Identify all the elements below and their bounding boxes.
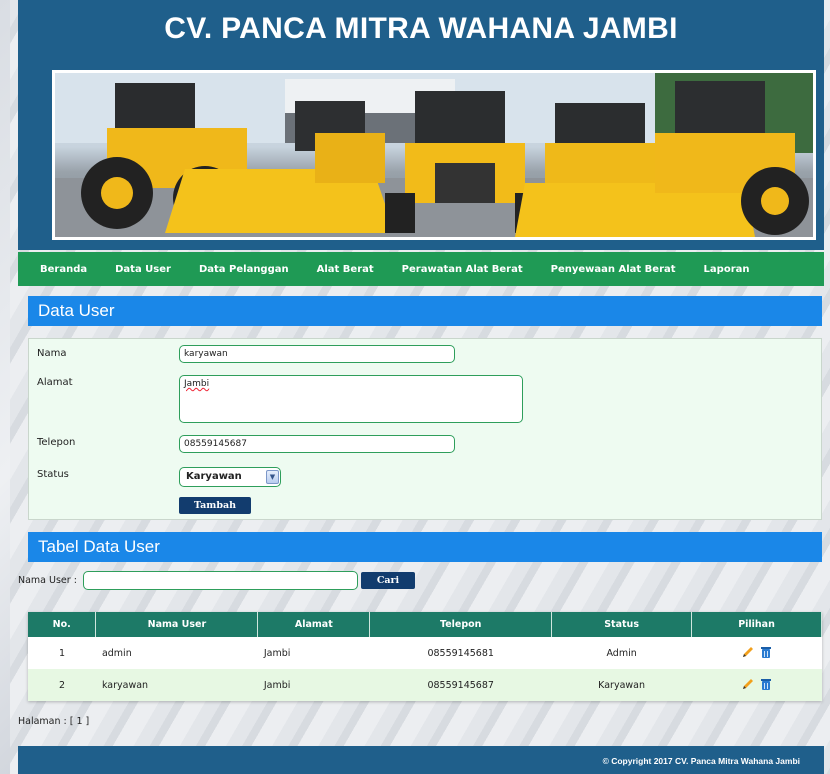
cell-alamat: Jambi <box>257 637 370 669</box>
col-no: No. <box>28 612 97 637</box>
status-select[interactable]: Karyawan ▼ <box>179 467 281 487</box>
data-user-heading: Data User <box>28 296 822 326</box>
tambah-button[interactable]: Tambah <box>179 497 251 514</box>
main-navigation: Beranda Data User Data Pelanggan Alat Be… <box>18 252 824 286</box>
nav-item-laporan[interactable]: Laporan <box>704 264 750 275</box>
table-row: 1 admin Jambi 08559145681 Admin <box>28 637 822 669</box>
cell-nama: admin <box>95 637 258 669</box>
site-header: CV. PANCA MITRA WAHANA JAMBI <box>18 0 824 250</box>
table-header-row: No. Nama User Alamat Telepon Status Pili… <box>28 612 822 637</box>
pencil-icon[interactable] <box>741 645 755 659</box>
cell-status: Admin <box>551 637 692 669</box>
cell-actions <box>691 669 822 701</box>
trash-icon[interactable] <box>760 645 772 659</box>
pencil-icon[interactable] <box>741 677 755 691</box>
nav-item-perawatan-alat-berat[interactable]: Perawatan Alat Berat <box>402 264 523 275</box>
search-label: Nama User : <box>18 575 77 586</box>
nav-item-data-pelanggan[interactable]: Data Pelanggan <box>199 264 289 275</box>
cell-status: Karyawan <box>551 669 692 701</box>
status-label: Status <box>37 469 69 480</box>
banner-image <box>52 70 816 240</box>
nav-item-alat-berat[interactable]: Alat Berat <box>317 264 374 275</box>
nav-item-beranda[interactable]: Beranda <box>40 264 87 275</box>
user-form: Nama karyawan Alamat Jambi Telepon 08559… <box>28 338 822 520</box>
col-telepon: Telepon <box>369 612 553 637</box>
cell-actions <box>691 637 822 669</box>
alamat-textarea[interactable]: Jambi <box>179 375 523 423</box>
trash-icon[interactable] <box>760 677 772 691</box>
search-input[interactable] <box>83 571 358 590</box>
alamat-value: Jambi <box>184 379 210 389</box>
alamat-label: Alamat <box>37 377 73 388</box>
footer-copyright: © Copyright 2017 CV. Panca Mitra Wahana … <box>18 746 824 774</box>
col-nama-user: Nama User <box>95 612 259 637</box>
col-pilihan: Pilihan <box>691 612 822 637</box>
nav-item-penyewaan-alat-berat[interactable]: Penyewaan Alat Berat <box>551 264 676 275</box>
heavy-equipment-banner <box>55 73 813 237</box>
col-status: Status <box>551 612 693 637</box>
pagination[interactable]: Halaman : [ 1 ] <box>18 716 89 727</box>
cell-telepon: 08559145687 <box>369 669 552 701</box>
col-alamat: Alamat <box>257 612 371 637</box>
cell-nama: karyawan <box>95 669 258 701</box>
status-selected-value: Karyawan <box>186 471 242 482</box>
nama-input[interactable]: karyawan <box>179 345 455 363</box>
table-row: 2 karyawan Jambi 08559145687 Karyawan <box>28 669 822 701</box>
cell-alamat: Jambi <box>257 669 370 701</box>
user-table: No. Nama User Alamat Telepon Status Pili… <box>28 612 822 701</box>
nama-label: Nama <box>37 348 67 359</box>
cell-no: 2 <box>28 669 96 701</box>
nav-item-data-user[interactable]: Data User <box>115 264 171 275</box>
chevron-down-icon[interactable]: ▼ <box>266 470 279 484</box>
telepon-label: Telepon <box>37 437 76 448</box>
cell-telepon: 08559145681 <box>369 637 552 669</box>
cari-button[interactable]: Cari <box>361 572 415 589</box>
tabel-data-user-heading: Tabel Data User <box>28 532 822 562</box>
cell-no: 1 <box>28 637 96 669</box>
site-title: CV. PANCA MITRA WAHANA JAMBI <box>164 12 678 45</box>
telepon-input[interactable]: 08559145687 <box>179 435 455 453</box>
